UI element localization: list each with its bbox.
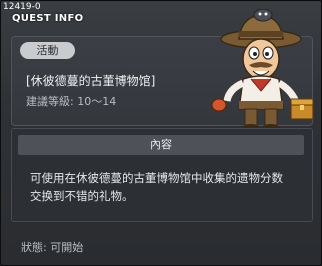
recommended-level: 建議等級: 10～14	[26, 95, 117, 108]
quest-status: 狀態: 可開始	[21, 241, 84, 254]
quest-description: 可使用在休彼德蔓的古董博物馆中收集的遗物分数 交换到不错的礼物。	[30, 169, 300, 205]
quest-name: [休彼德蔓的古董博物馆]	[26, 74, 156, 88]
quest-info-window: 12419-0 QUEST INFO 活動 [休彼德蔓的古董博物馆] 建議等級:…	[0, 0, 322, 266]
description-line-1: 可使用在休彼德蔓的古董博物馆中收集的遗物分数	[30, 171, 283, 185]
explorer-mascot-icon	[211, 9, 314, 132]
event-tag: 活動	[20, 42, 75, 59]
content-panel: 內容 可使用在休彼德蔓的古董博物馆中收集的遗物分数 交换到不错的礼物。	[11, 128, 313, 222]
content-header: 內容	[18, 135, 304, 155]
quest-id-label: 12419-0	[3, 2, 41, 12]
window-title: QUEST INFO	[12, 13, 84, 24]
description-line-2: 交换到不错的礼物。	[30, 189, 134, 203]
